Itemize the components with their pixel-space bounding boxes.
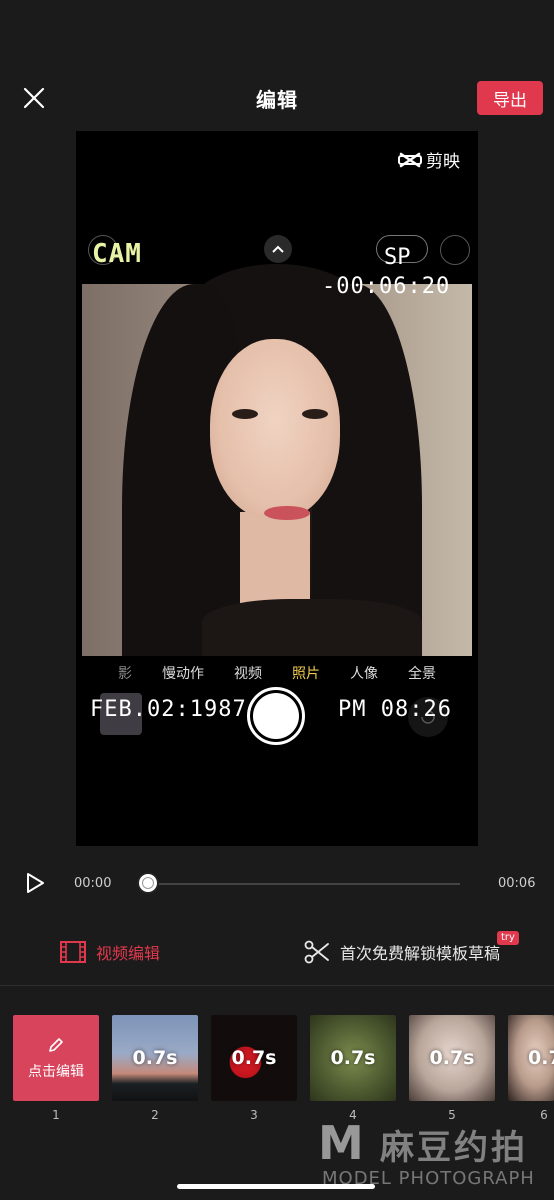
unlock-label: 首次免费解锁模板草稿 <box>340 944 501 963</box>
live-off-icon <box>440 235 470 265</box>
cam-label: CAM <box>92 239 142 269</box>
clip-number: 1 <box>52 1108 60 1122</box>
pencil-icon <box>49 1038 63 1052</box>
clip-duration: 0.7s <box>132 1047 178 1069</box>
mode-item: 人像 <box>350 666 378 682</box>
clip-number: 2 <box>151 1108 159 1122</box>
export-button[interactable]: 导出 <box>477 81 543 115</box>
mode-item: 影 <box>118 666 132 682</box>
date-overlay: FEB.02:1987 <box>90 697 247 722</box>
total-time: 00:06 <box>498 876 536 891</box>
current-time: 00:00 <box>74 876 112 891</box>
mode-item: 慢动作 <box>162 666 204 682</box>
clip-duration: 0.7s <box>231 1047 277 1069</box>
scissors-icon <box>304 940 329 964</box>
video-preview[interactable]: 剪映 CAM SP -00:06:20 影 慢动作 视频 照片 人像 全景 FE… <box>76 131 478 846</box>
watermark-text: 麻豆约拍 <box>380 1128 528 1168</box>
clip-thumbnail[interactable]: 0.7s <box>112 1015 198 1101</box>
home-indicator[interactable] <box>177 1184 375 1189</box>
shutter-icon <box>247 687 305 745</box>
watermark-logo: M <box>318 1116 364 1170</box>
clock-overlay: PM 08:26 <box>338 697 452 722</box>
capcut-watermark: 剪映 <box>398 147 460 172</box>
unlock-template-button[interactable]: 首次免费解锁模板草稿 <box>304 940 500 964</box>
clip-number: 6 <box>540 1108 548 1122</box>
brand-text: 剪映 <box>426 152 460 172</box>
clip-thumbnail[interactable]: 0.7s <box>409 1015 495 1101</box>
clip-thumbnail[interactable]: 0.7s <box>211 1015 297 1101</box>
play-icon <box>27 873 44 893</box>
progress-track[interactable] <box>148 883 460 885</box>
clip-number: 3 <box>250 1108 258 1122</box>
progress-knob[interactable] <box>137 872 159 894</box>
video-edit-label: 视频编辑 <box>96 944 161 963</box>
play-button[interactable] <box>22 870 48 896</box>
sp-label: SP <box>384 245 411 270</box>
capcut-logo-icon <box>398 152 422 167</box>
preview-photo <box>82 264 472 656</box>
clip-thumbnail[interactable]: 0.7s <box>508 1015 554 1101</box>
page-title: 编辑 <box>256 88 298 112</box>
click-to-edit-clip[interactable]: 点击编辑 <box>13 1015 99 1101</box>
clip-duration: 0.7s <box>429 1047 475 1069</box>
mode-item-active: 照片 <box>292 666 320 682</box>
chevron-up-icon <box>264 235 292 263</box>
divider <box>0 985 554 986</box>
edit-clip-label: 点击编辑 <box>28 1064 84 1080</box>
film-icon <box>60 941 86 963</box>
timer-overlay: -00:06:20 <box>322 274 451 299</box>
camera-modes: 影 慢动作 视频 照片 人像 全景 <box>76 663 478 683</box>
clip-duration: 0.7s <box>528 1047 554 1069</box>
clip-duration: 0.7s <box>330 1047 376 1069</box>
mode-item: 视频 <box>234 666 262 682</box>
try-badge: try <box>497 931 519 945</box>
mode-item: 全景 <box>408 666 436 682</box>
clip-thumbnail[interactable]: 0.7s <box>310 1015 396 1101</box>
video-edit-button[interactable]: 视频编辑 <box>60 940 160 964</box>
